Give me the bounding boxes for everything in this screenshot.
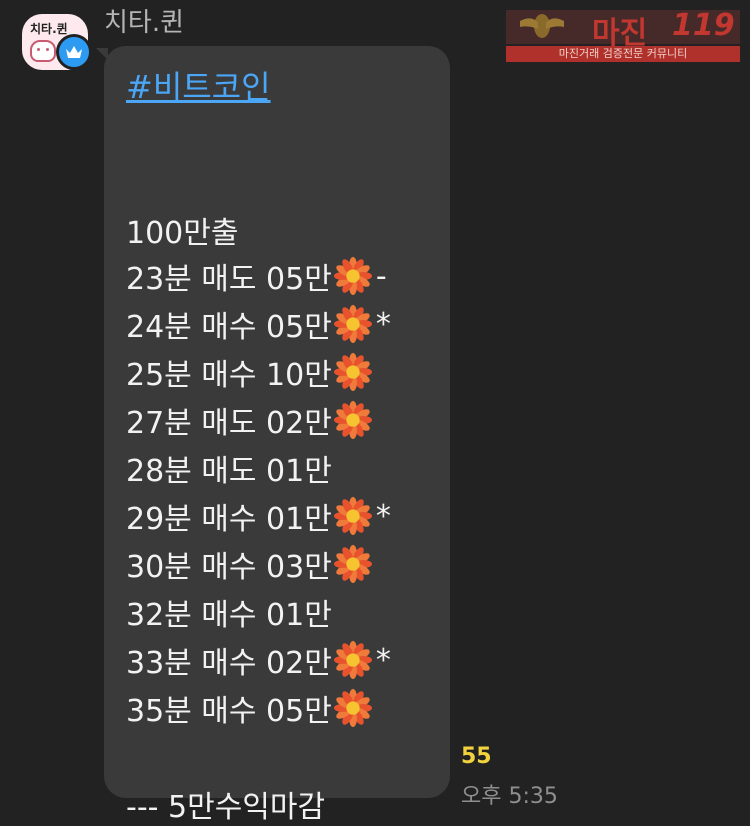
sunflower-emoji-icon [333, 545, 372, 583]
hashtag-link[interactable]: #비트코인 [126, 62, 271, 108]
sunflower-emoji-icon [333, 401, 372, 439]
trade-line-suffix: * [375, 306, 391, 342]
bear-icon [30, 40, 56, 62]
trade-line-text: 32분 매수 01만 [126, 598, 332, 633]
message-closing: --- 5만수익마감 [126, 790, 326, 825]
trade-line-text: 25분 매수 10만 [126, 358, 332, 393]
trade-line: 27분 매도 02만 [126, 398, 372, 442]
trade-line: 28분 매도 01만 [126, 446, 332, 490]
trade-line-suffix: * [375, 642, 391, 678]
sender-name[interactable]: 치타.퀸 [104, 2, 184, 39]
trade-line: 35분 매수 05만 [126, 686, 372, 730]
trade-line-text: 35분 매수 05만 [126, 694, 332, 729]
trade-line-suffix: - [375, 258, 387, 294]
trade-line: 23분 매도 05만 - [126, 254, 387, 298]
sunflower-emoji-icon [333, 641, 372, 679]
trade-line: 25분 매수 10만 [126, 350, 372, 394]
sunflower-emoji-icon [333, 497, 372, 535]
watermark-number: 119 [672, 8, 735, 43]
trade-line: 30분 매수 03만 [126, 542, 372, 586]
eagle-emblem-icon [520, 14, 564, 38]
sunflower-emoji-icon [333, 353, 372, 391]
avatar-label: 치타.퀸 [30, 22, 68, 36]
trade-line: 32분 매수 01만 [126, 590, 332, 634]
trade-line-text: 33분 매수 02만 [126, 646, 332, 681]
unread-count: 55 [461, 744, 492, 769]
trade-line-text: 28분 매도 01만 [126, 454, 332, 489]
trade-line-text: 23분 매도 05만 [126, 262, 332, 297]
trade-line-text: 29분 매수 01만 [126, 502, 332, 537]
sunflower-emoji-icon [333, 257, 372, 295]
trade-line-suffix: * [375, 498, 391, 534]
sunflower-emoji-icon [333, 689, 372, 727]
trade-line: 24분 매수 05만 * [126, 302, 391, 346]
trade-line: 33분 매수 02만 * [126, 638, 391, 682]
watermark-logo: 마진 119 마진거래 검증전문 커뮤니티 [506, 8, 740, 62]
message-time: 오후 5:35 [461, 784, 558, 809]
watermark-subtitle: 마진거래 검증전문 커뮤니티 [506, 46, 740, 62]
crown-icon [56, 34, 92, 70]
sunflower-emoji-icon [333, 305, 372, 343]
trade-line-text: 27분 매도 02만 [126, 406, 332, 441]
trade-line-text: 24분 매수 05만 [126, 310, 332, 345]
message-bubble[interactable]: #비트코인 100만출 23분 매도 05만 - 24분 매수 05만 * 25분 매수… [104, 46, 450, 825]
trade-line-text: 30분 매수 03만 [126, 550, 332, 585]
trade-line: 29분 매수 01만 * [126, 494, 391, 538]
message-headline: 100만출 [126, 216, 239, 251]
